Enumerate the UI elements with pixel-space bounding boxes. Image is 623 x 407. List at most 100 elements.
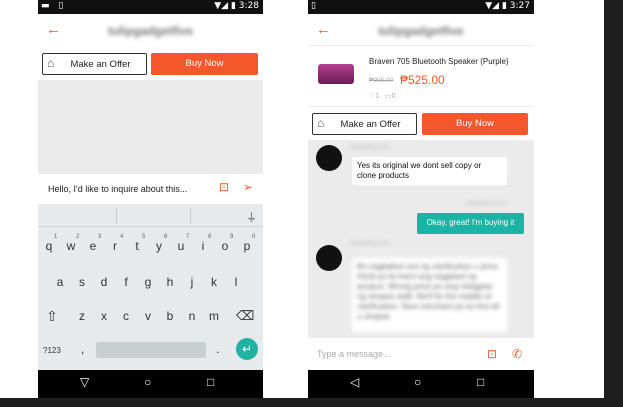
- notification-icons: ▬ ▯: [41, 1, 67, 11]
- outgoing-message: Okay, great! I'm buying it: [417, 213, 524, 234]
- key-p[interactable]: p: [239, 239, 255, 253]
- comma-key[interactable]: ,: [81, 342, 84, 356]
- key-g[interactable]: g: [140, 275, 156, 289]
- signal-icon: ▼◢ ▮: [485, 1, 510, 11]
- key-k[interactable]: k: [206, 275, 222, 289]
- system-navigation-bar: ▽ ○ □: [38, 370, 263, 398]
- key-hint-7: 7: [186, 234, 190, 240]
- key-hint-0: 0: [252, 234, 256, 240]
- space-bar[interactable]: [96, 342, 206, 358]
- status-bar: ▬ ▯ ▼◢ ▮ 3:28: [38, 0, 263, 14]
- buy-now-button[interactable]: Buy Now: [151, 53, 258, 75]
- status-time: 3:27: [509, 1, 530, 11]
- key-y[interactable]: y: [151, 239, 167, 253]
- key-r[interactable]: r: [107, 239, 123, 253]
- background-strip: [604, 0, 623, 398]
- key-l[interactable]: l: [228, 275, 244, 289]
- product-card[interactable]: Braven 705 Bluetooth Speaker (Purple) ₱9…: [308, 45, 534, 107]
- key-hint-1: 1: [54, 234, 58, 240]
- send-icon[interactable]: ➢: [243, 180, 253, 194]
- nav-recents-icon[interactable]: □: [477, 375, 484, 389]
- key-hint-3: 3: [98, 234, 102, 240]
- comments-count: 0: [391, 93, 396, 100]
- key-f[interactable]: f: [118, 275, 134, 289]
- key-hint-4: 4: [120, 234, 124, 240]
- left-phone-screen: ▬ ▯ ▼◢ ▮ 3:28 ← tulipgadgetfive ⌂ Make a…: [38, 0, 263, 398]
- make-offer-label: Make an Offer: [70, 59, 131, 70]
- nav-home-icon[interactable]: ○: [144, 375, 151, 389]
- key-hint-8: 8: [208, 234, 212, 240]
- period-key[interactable]: .: [216, 342, 219, 356]
- key-n[interactable]: n: [184, 309, 200, 323]
- current-price: ₱525.00: [400, 73, 445, 87]
- nav-back-icon[interactable]: ▽: [80, 375, 89, 389]
- make-offer-button[interactable]: ⌂ Make an Offer: [312, 113, 417, 135]
- nav-home-icon[interactable]: ○: [414, 375, 421, 389]
- key-v[interactable]: v: [140, 309, 156, 323]
- suggestion-divider: [116, 208, 117, 224]
- message-timestamp: 10/16/2015 10:16: [350, 145, 389, 151]
- key-x[interactable]: x: [96, 309, 112, 323]
- key-hint-9: 9: [230, 234, 234, 240]
- background-strip: [0, 398, 623, 407]
- seller-title: tulipgadgetfive: [107, 24, 194, 38]
- seller-avatar: [316, 245, 342, 271]
- key-d[interactable]: d: [96, 275, 112, 289]
- key-c[interactable]: c: [118, 309, 134, 323]
- key-b[interactable]: b: [162, 309, 178, 323]
- incoming-message: Bo nagbabon ara ng clarification c price…: [352, 258, 507, 332]
- signal-icon: ▼◢ ▮: [214, 1, 239, 11]
- seller-avatar: [316, 145, 342, 171]
- compose-bar: Hello, I'd like to inquire about this...…: [38, 174, 263, 204]
- key-h[interactable]: h: [162, 275, 178, 289]
- nav-back-icon[interactable]: ◁: [350, 375, 359, 389]
- key-e[interactable]: e: [85, 239, 101, 253]
- backspace-icon[interactable]: ⌫: [236, 308, 254, 324]
- notification-icons: ▯: [311, 1, 319, 11]
- key-u[interactable]: u: [173, 239, 189, 253]
- right-phone-screen: ▯ ▼◢ ▮ 3:27 ← tulipgadgetfive Braven 705…: [308, 0, 534, 398]
- message-input[interactable]: Type a message...: [317, 349, 391, 359]
- make-offer-label: Make an Offer: [340, 119, 401, 130]
- key-hint-5: 5: [142, 234, 146, 240]
- key-hint-2: 2: [76, 234, 80, 240]
- key-j[interactable]: j: [184, 275, 200, 289]
- key-o[interactable]: o: [217, 239, 233, 253]
- key-a[interactable]: a: [52, 275, 68, 289]
- compose-bar: Type a message... ⊡ ✆: [308, 338, 534, 370]
- make-offer-button[interactable]: ⌂ Make an Offer: [42, 53, 147, 75]
- phone-icon[interactable]: ✆: [512, 347, 522, 361]
- enter-key-icon[interactable]: ↵: [236, 338, 258, 360]
- message-timestamp: 10/16/2015 10:19: [350, 241, 389, 247]
- nav-recents-icon[interactable]: □: [207, 375, 214, 389]
- chat-area: [38, 80, 263, 174]
- key-i[interactable]: i: [195, 239, 211, 253]
- key-s[interactable]: s: [74, 275, 90, 289]
- status-bar: ▯ ▼◢ ▮ 3:27: [308, 0, 534, 14]
- product-thumbnail: [318, 64, 354, 84]
- camera-icon[interactable]: ⊡: [219, 180, 229, 194]
- key-t[interactable]: t: [129, 239, 145, 253]
- seller-title: tulipgadgetfive: [378, 24, 464, 38]
- keyboard: ⏚ q w e r t y u i o p 1 2 3 4 5 6 7 8 9 …: [38, 204, 263, 370]
- comment-icon: ▭: [385, 93, 392, 100]
- key-m[interactable]: m: [206, 309, 222, 323]
- microphone-icon[interactable]: ⏚: [246, 209, 257, 225]
- key-q[interactable]: q: [41, 239, 57, 253]
- old-price: ₱995.00: [369, 77, 394, 84]
- key-z[interactable]: z: [74, 309, 90, 323]
- likes-count: 1: [375, 93, 380, 100]
- shift-icon[interactable]: ⇧: [44, 308, 60, 325]
- chat-area: 10/16/2015 10:16 Yes its original we don…: [308, 140, 534, 338]
- camera-icon[interactable]: ⊡: [487, 347, 497, 361]
- system-navigation-bar: ◁ ○ □: [308, 370, 534, 398]
- message-input[interactable]: Hello, I'd like to inquire about this...: [48, 184, 187, 194]
- product-name: Braven 705 Bluetooth Speaker (Purple): [369, 57, 509, 66]
- buy-now-button[interactable]: Buy Now: [422, 113, 528, 135]
- symbols-key[interactable]: ?123: [43, 346, 61, 355]
- suggestion-divider: [190, 208, 191, 224]
- product-stats: ♡1 ▭0: [369, 92, 396, 100]
- app-bar: ← tulipgadgetfive: [38, 14, 263, 50]
- key-w[interactable]: w: [63, 239, 79, 253]
- incoming-message: Yes its original we dont sell copy or cl…: [352, 157, 507, 185]
